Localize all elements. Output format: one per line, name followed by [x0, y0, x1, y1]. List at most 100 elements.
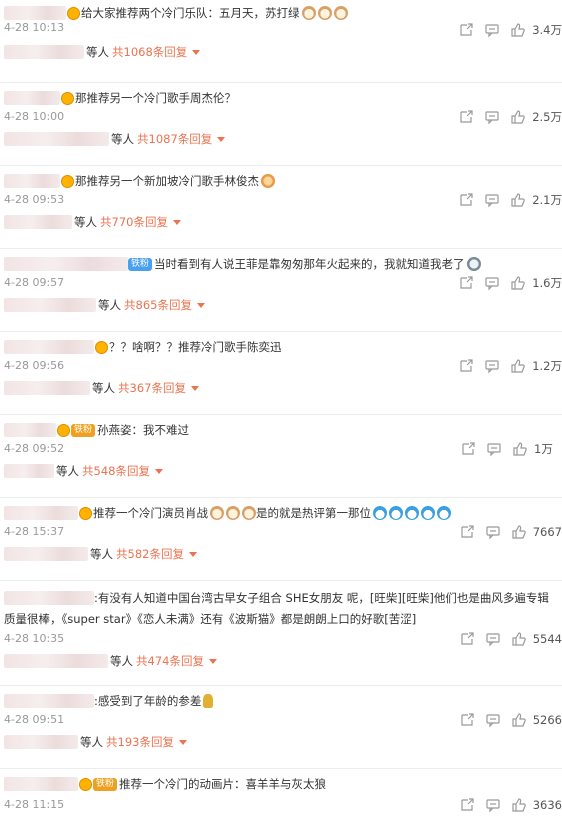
comment-icon[interactable] [485, 524, 501, 540]
replies-toggle[interactable]: 等人 共770条回复 [4, 214, 181, 230]
like-icon[interactable] [510, 192, 526, 208]
comment-icon[interactable] [484, 358, 500, 374]
share-icon[interactable] [460, 441, 476, 457]
chevron-down-icon[interactable] [196, 302, 205, 308]
figure-emoji-icon [203, 694, 214, 708]
replies-toggle[interactable]: 等人 共474条回复 [4, 653, 217, 669]
like-count: 1万 [534, 442, 553, 456]
replies-count[interactable]: 共474条回复 [136, 653, 204, 669]
comment-text: 推荐一个冷门的动画片：喜羊羊与灰太狼 [119, 777, 327, 791]
comment-time: 4-28 09:56 [4, 359, 65, 372]
like-icon[interactable] [510, 22, 526, 38]
replies-count[interactable]: 共548条回复 [82, 463, 150, 479]
comment-icon[interactable] [486, 441, 502, 457]
share-icon[interactable] [459, 524, 475, 540]
comment-text: 给大家推荐两个冷门乐队：五月天，苏打绿 [81, 6, 300, 20]
chevron-down-icon[interactable] [192, 49, 201, 55]
vip-icon [61, 174, 74, 188]
comment-icon[interactable] [484, 275, 500, 291]
comment-item: 推荐一个冷门演员肖战 是的就是热评第一那位 4-28 15:37 7667 等人… [0, 498, 562, 581]
blurred-username[interactable] [4, 506, 78, 520]
like-icon[interactable] [511, 524, 527, 540]
share-icon[interactable] [458, 358, 474, 374]
comment-time: 4-28 10:13 [4, 21, 65, 34]
cat-emoji-icon [333, 6, 348, 20]
replies-toggle[interactable]: 等人 共367条回复 [4, 380, 199, 396]
replies-count[interactable]: 共367条回复 [118, 380, 186, 396]
like-icon[interactable] [510, 275, 526, 291]
comment-icon[interactable] [485, 631, 501, 647]
like-icon[interactable] [511, 712, 527, 728]
blurred-username[interactable] [4, 590, 94, 605]
chevron-down-icon[interactable] [188, 551, 197, 557]
comment-icon[interactable] [484, 109, 500, 125]
like-count: 1.2万 [532, 359, 562, 373]
comment-time: 4-28 11:15 [4, 798, 65, 811]
chevron-down-icon[interactable] [172, 219, 181, 225]
replies-count[interactable]: 共865条回复 [124, 297, 192, 313]
share-icon[interactable] [458, 192, 474, 208]
comment-item: ？？啥啊？？推荐冷门歌手陈奕迅 4-28 09:56 1.2万 等人 共367条… [0, 332, 562, 415]
cat-emoji-icon [210, 506, 224, 520]
blurred-username[interactable] [4, 6, 66, 20]
blurred-username[interactable] [4, 257, 128, 271]
comment-text-continued: 是的就是热评第一那位 [256, 506, 371, 520]
comment-text: 那推荐另一个新加坡冷门歌手林俊杰 [75, 174, 259, 188]
replies-toggle[interactable]: 等人 共1068条回复 [4, 44, 201, 60]
replies-toggle[interactable]: 等人 共548条回复 [4, 463, 163, 479]
comment-icon[interactable] [485, 712, 501, 728]
replies-who: 等人 [80, 735, 103, 749]
comment-time: 4-28 09:53 [4, 193, 65, 206]
cat-emoji-icon [301, 6, 316, 20]
share-icon[interactable] [458, 275, 474, 291]
blurred-username[interactable] [4, 340, 94, 354]
like-icon[interactable] [512, 441, 528, 457]
blurred-reply-users [4, 654, 108, 668]
blurred-username[interactable] [4, 777, 78, 791]
replies-count[interactable]: 共582条回复 [116, 546, 184, 562]
like-icon[interactable] [511, 797, 527, 813]
replies-toggle[interactable]: 等人 共865条回复 [4, 297, 205, 313]
replies-who: 等人 [74, 215, 97, 229]
like-count: 1.6万 [532, 276, 562, 290]
blurred-reply-users [4, 547, 88, 561]
like-icon[interactable] [510, 358, 526, 374]
replies-toggle[interactable]: 等人 共1087条回复 [4, 131, 226, 147]
chevron-down-icon[interactable] [217, 136, 226, 142]
replies-count[interactable]: 共770条回复 [100, 214, 168, 230]
like-icon[interactable] [510, 109, 526, 125]
replies-toggle[interactable]: 等人 共193条回复 [4, 734, 187, 750]
comment-feed: 给大家推荐两个冷门乐队：五月天，苏打绿 4-28 10:13 3.4万 等人 共… [0, 0, 562, 821]
blurred-username[interactable] [4, 423, 56, 437]
share-icon[interactable] [458, 109, 474, 125]
comment-icon[interactable] [485, 797, 501, 813]
like-count: 7667 [532, 525, 562, 539]
like-icon[interactable] [511, 631, 527, 647]
comment-text: 孙燕姿：我不难过 [97, 423, 190, 437]
replies-count[interactable]: 共1087条回复 [137, 131, 212, 147]
blurred-username[interactable] [4, 91, 60, 105]
share-icon[interactable] [458, 22, 474, 38]
comment-icon[interactable] [484, 22, 500, 38]
blurred-username[interactable] [4, 174, 60, 188]
comment-text: 推荐一个冷门演员肖战 [93, 506, 208, 520]
comment-text: :感受到了年龄的参差 [94, 694, 202, 708]
chevron-down-icon[interactable] [178, 739, 187, 745]
blurred-reply-users [4, 215, 72, 229]
share-icon[interactable] [459, 797, 475, 813]
comment-text: 当时看到有人说王菲是靠匆匆那年火起来的，我就知道我老了 [154, 257, 465, 271]
replies-who: 等人 [86, 45, 109, 59]
replies-count[interactable]: 共193条回复 [106, 734, 174, 750]
comment-icon[interactable] [484, 192, 500, 208]
replies-toggle[interactable]: 等人 共582条回复 [4, 546, 197, 562]
chevron-down-icon[interactable] [208, 658, 217, 664]
vip-icon [57, 423, 70, 437]
chevron-down-icon[interactable] [190, 385, 199, 391]
like-count: 3.4万 [532, 23, 562, 37]
chevron-down-icon[interactable] [154, 468, 163, 474]
share-icon[interactable] [459, 631, 475, 647]
blurred-username[interactable] [4, 694, 94, 708]
comment-item: 给大家推荐两个冷门乐队：五月天，苏打绿 4-28 10:13 3.4万 等人 共… [0, 0, 562, 83]
replies-count[interactable]: 共1068条回复 [112, 44, 187, 60]
share-icon[interactable] [459, 712, 475, 728]
